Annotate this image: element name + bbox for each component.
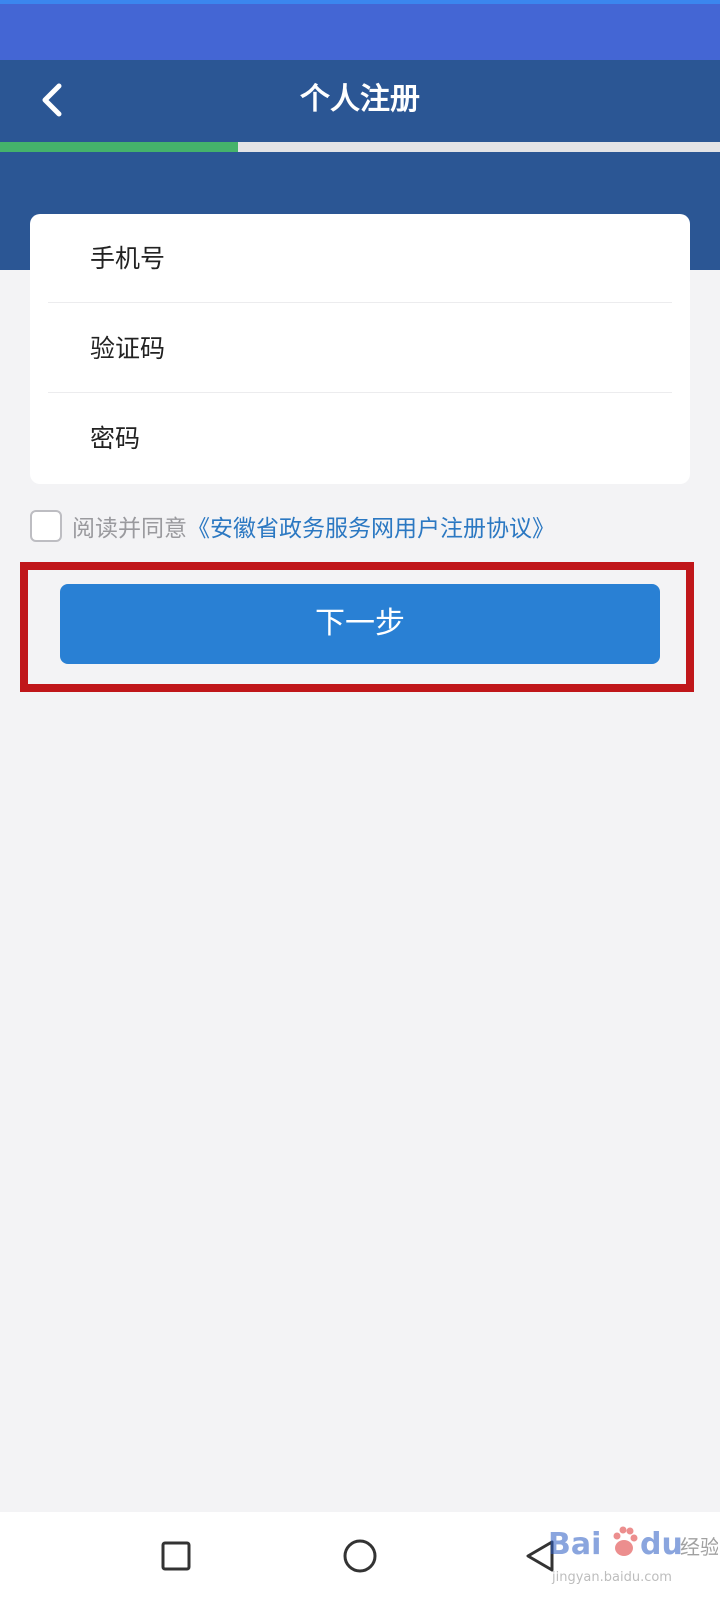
agreement-prefix: 阅读并同意 bbox=[72, 516, 187, 542]
progress-fill bbox=[0, 142, 238, 152]
password-input[interactable] bbox=[230, 409, 670, 469]
phone-row: 手机号 bbox=[30, 214, 690, 304]
circle-icon bbox=[343, 1539, 377, 1573]
home-button[interactable] bbox=[336, 1532, 384, 1580]
password-row: 密码 bbox=[30, 394, 690, 484]
agreement-link[interactable]: 《安徽省政务服务网用户注册协议》 bbox=[187, 509, 555, 543]
verification-code-input[interactable] bbox=[230, 319, 670, 379]
recents-button[interactable] bbox=[152, 1532, 200, 1580]
password-label: 密码 bbox=[90, 424, 141, 453]
page-title: 个人注册 bbox=[300, 82, 420, 117]
progress-bar bbox=[0, 142, 720, 152]
status-bar bbox=[0, 0, 720, 60]
svg-text:Bai: Bai bbox=[548, 1527, 601, 1562]
next-button[interactable]: 下一步 bbox=[60, 584, 660, 664]
code-row: 验证码 bbox=[30, 304, 690, 394]
phone-input[interactable] bbox=[230, 229, 670, 289]
phone-label: 手机号 bbox=[90, 244, 166, 273]
code-label: 验证码 bbox=[90, 334, 166, 363]
agreement-row: 阅读并同意 《安徽省政务服务网用户注册协议》 bbox=[30, 508, 555, 544]
square-icon bbox=[161, 1541, 191, 1571]
svg-text:du: du bbox=[640, 1527, 683, 1562]
divider bbox=[48, 392, 672, 393]
svg-text:经验: 经验 bbox=[680, 1535, 718, 1559]
baidu-logo-icon: Bai du 经验 bbox=[548, 1526, 720, 1562]
watermark-url: jingyan.baidu.com bbox=[552, 1570, 672, 1585]
watermark: Bai du 经验 jingyan.baidu.com bbox=[548, 1516, 720, 1588]
divider bbox=[48, 302, 672, 303]
agreement-checkbox[interactable] bbox=[30, 510, 62, 542]
registration-form: 手机号 验证码 密码 bbox=[30, 214, 690, 484]
